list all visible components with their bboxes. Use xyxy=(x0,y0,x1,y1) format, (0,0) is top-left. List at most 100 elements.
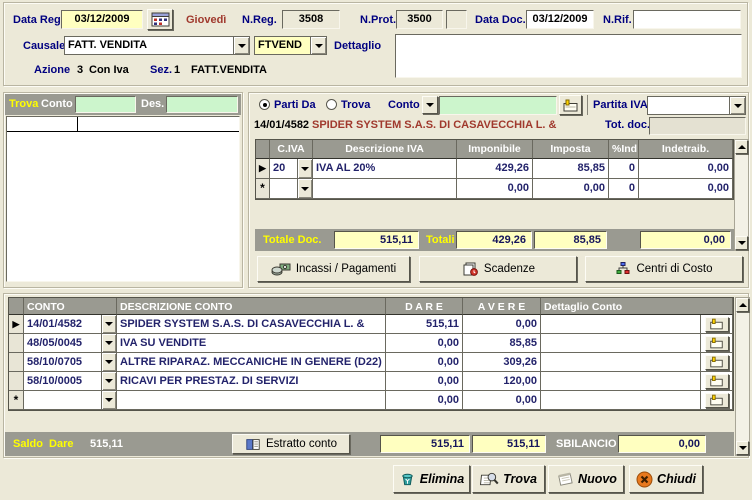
data-reg-field[interactable]: 03/12/2009 xyxy=(61,10,143,29)
saldo-dare-label: Saldo Dare xyxy=(13,438,74,450)
indetraib-cell[interactable]: 0,00 xyxy=(639,179,733,199)
chevron-down-icon xyxy=(426,103,434,107)
civa-cell[interactable]: 20 xyxy=(270,159,298,179)
dettaglio-conto-button[interactable] xyxy=(704,373,729,389)
indetraib-header: Indetraib. xyxy=(639,140,733,159)
conto-lookup-button[interactable] xyxy=(559,95,582,115)
search-results-list[interactable] xyxy=(6,116,240,282)
centri-di-costo-button[interactable]: Centri di Costo xyxy=(585,256,743,282)
divider xyxy=(587,95,588,115)
dettaglio-conto-button[interactable] xyxy=(704,335,729,351)
dettaglio-cell[interactable] xyxy=(541,353,701,372)
partita-iva-dropdown[interactable] xyxy=(647,96,746,115)
dare-cell[interactable]: 0,00 xyxy=(386,391,463,410)
dettaglio-conto-button[interactable] xyxy=(704,392,729,408)
dare-cell[interactable]: 0,00 xyxy=(386,334,463,353)
chevron-down-icon[interactable] xyxy=(233,37,249,54)
conto-cell[interactable]: 58/10/0005 xyxy=(24,372,102,391)
search-results-header xyxy=(7,117,239,132)
causale-code-dropdown[interactable]: FTVEND xyxy=(254,36,327,55)
accounts-scrollbar[interactable] xyxy=(735,297,750,456)
estratto-conto-button[interactable]: Estratto conto xyxy=(232,434,350,454)
descrizione-cell[interactable]: RICAVI PER PRESTAZ. DI SERVIZI xyxy=(117,372,386,391)
conto-cell[interactable]: 58/10/0705 xyxy=(24,353,102,372)
civa-dropdown[interactable] xyxy=(298,179,313,199)
avere-cell[interactable]: 0,00 xyxy=(463,391,541,410)
causale-code-value: FTVEND xyxy=(255,37,310,54)
sez-value: 1 xyxy=(174,64,181,76)
dettaglio-cell[interactable] xyxy=(541,334,701,353)
dare-cell[interactable]: 0,00 xyxy=(386,372,463,391)
descrizione-iva-cell[interactable]: IVA AL 20% xyxy=(313,159,457,179)
imposta-cell[interactable]: 0,00 xyxy=(533,179,609,199)
imposta-cell[interactable]: 85,85 xyxy=(533,159,609,179)
parti-da-radio[interactable] xyxy=(259,99,270,110)
elimina-button[interactable]: Elimina xyxy=(393,465,470,493)
imponibile-cell[interactable]: 429,26 xyxy=(457,159,533,179)
conto-dropdown[interactable] xyxy=(102,334,117,353)
avere-cell[interactable]: 85,85 xyxy=(463,334,541,353)
trova-radio[interactable] xyxy=(326,99,337,110)
conto-dropdown-button[interactable] xyxy=(422,96,438,114)
totale-imponibile: 429,26 xyxy=(456,231,532,249)
conto-dropdown[interactable] xyxy=(102,315,117,334)
n-rif-field[interactable] xyxy=(633,10,741,29)
iva-scrollbar[interactable] xyxy=(734,139,749,251)
trova-button[interactable]: Trova xyxy=(472,465,545,493)
nuovo-button[interactable]: Nuovo xyxy=(548,465,624,493)
scroll-up-button[interactable] xyxy=(735,140,748,154)
descrizione-cell[interactable]: SPIDER SYSTEM S.A.S. DI CASAVECCHIA L. & xyxy=(117,315,386,334)
avere-cell[interactable]: 309,26 xyxy=(463,353,541,372)
dettaglio-cell[interactable] xyxy=(541,391,701,410)
dettaglio-cell[interactable] xyxy=(541,372,701,391)
causale-dropdown[interactable]: FATT. VENDITA xyxy=(64,36,250,55)
conto-search-input[interactable] xyxy=(439,96,557,115)
conto-cell[interactable]: 14/01/4582 xyxy=(24,315,102,334)
scroll-up-button[interactable] xyxy=(736,298,749,312)
scroll-down-button[interactable] xyxy=(735,236,748,250)
conto-cell[interactable]: 48/05/0045 xyxy=(24,334,102,353)
imponibile-cell[interactable]: 0,00 xyxy=(457,179,533,199)
ind-cell[interactable]: 0 xyxy=(609,179,639,199)
indetraib-cell[interactable]: 0,00 xyxy=(639,159,733,179)
conto-cell[interactable] xyxy=(24,391,102,410)
ind-cell[interactable]: 0 xyxy=(609,159,639,179)
civa-dropdown[interactable] xyxy=(298,159,313,179)
search-conto-input[interactable] xyxy=(75,96,136,113)
data-doc-field[interactable]: 03/12/2009 xyxy=(526,10,594,29)
dare-cell[interactable]: 515,11 xyxy=(386,315,463,334)
calendar-button[interactable] xyxy=(147,9,173,30)
n-prot-field[interactable]: 3500 xyxy=(396,10,443,29)
azione-value: 3 xyxy=(77,64,84,76)
conto-dropdown[interactable] xyxy=(102,372,117,391)
dare-cell[interactable]: 0,00 xyxy=(386,353,463,372)
dettaglio-textarea[interactable] xyxy=(395,34,742,78)
avere-cell[interactable]: 120,00 xyxy=(463,372,541,391)
partita-iva-label: Partita IVA xyxy=(593,99,648,111)
dettaglio-cell[interactable] xyxy=(541,315,701,334)
dettaglio-conto-button[interactable] xyxy=(704,316,729,332)
dettaglio-conto-button[interactable] xyxy=(704,354,729,370)
chevron-down-icon[interactable] xyxy=(310,37,326,54)
descrizione-cell[interactable] xyxy=(117,391,386,410)
conto-row-new: * 0,00 0,00 xyxy=(9,391,733,410)
sez-label: Sez. xyxy=(150,64,173,76)
n-prot-label: N.Prot. xyxy=(360,14,397,26)
descrizione-cell[interactable]: ALTRE RIPARAZ. MECCANICHE IN GENERE (D22… xyxy=(117,353,386,372)
conto-dropdown[interactable] xyxy=(102,391,117,410)
avere-cell[interactable]: 0,00 xyxy=(463,315,541,334)
n-prot-suffix-field[interactable] xyxy=(446,10,467,29)
descrizione-iva-cell[interactable] xyxy=(313,179,457,199)
chevron-down-icon[interactable] xyxy=(729,97,745,114)
close-icon xyxy=(636,471,653,487)
chiudi-button[interactable]: Chiudi xyxy=(629,465,703,493)
incassi-pagamenti-button[interactable]: Incassi / Pagamenti xyxy=(257,256,410,282)
scadenze-button[interactable]: Scadenze xyxy=(419,256,577,282)
scroll-down-button[interactable] xyxy=(736,441,749,455)
conto-dropdown[interactable] xyxy=(102,353,117,372)
descrizione-cell[interactable]: IVA SU VENDITE xyxy=(117,334,386,353)
n-reg-field[interactable]: 3508 xyxy=(282,10,340,29)
search-des-input[interactable] xyxy=(166,96,238,113)
n-rif-label: N.Rif. xyxy=(603,14,632,26)
civa-cell[interactable] xyxy=(270,179,298,199)
